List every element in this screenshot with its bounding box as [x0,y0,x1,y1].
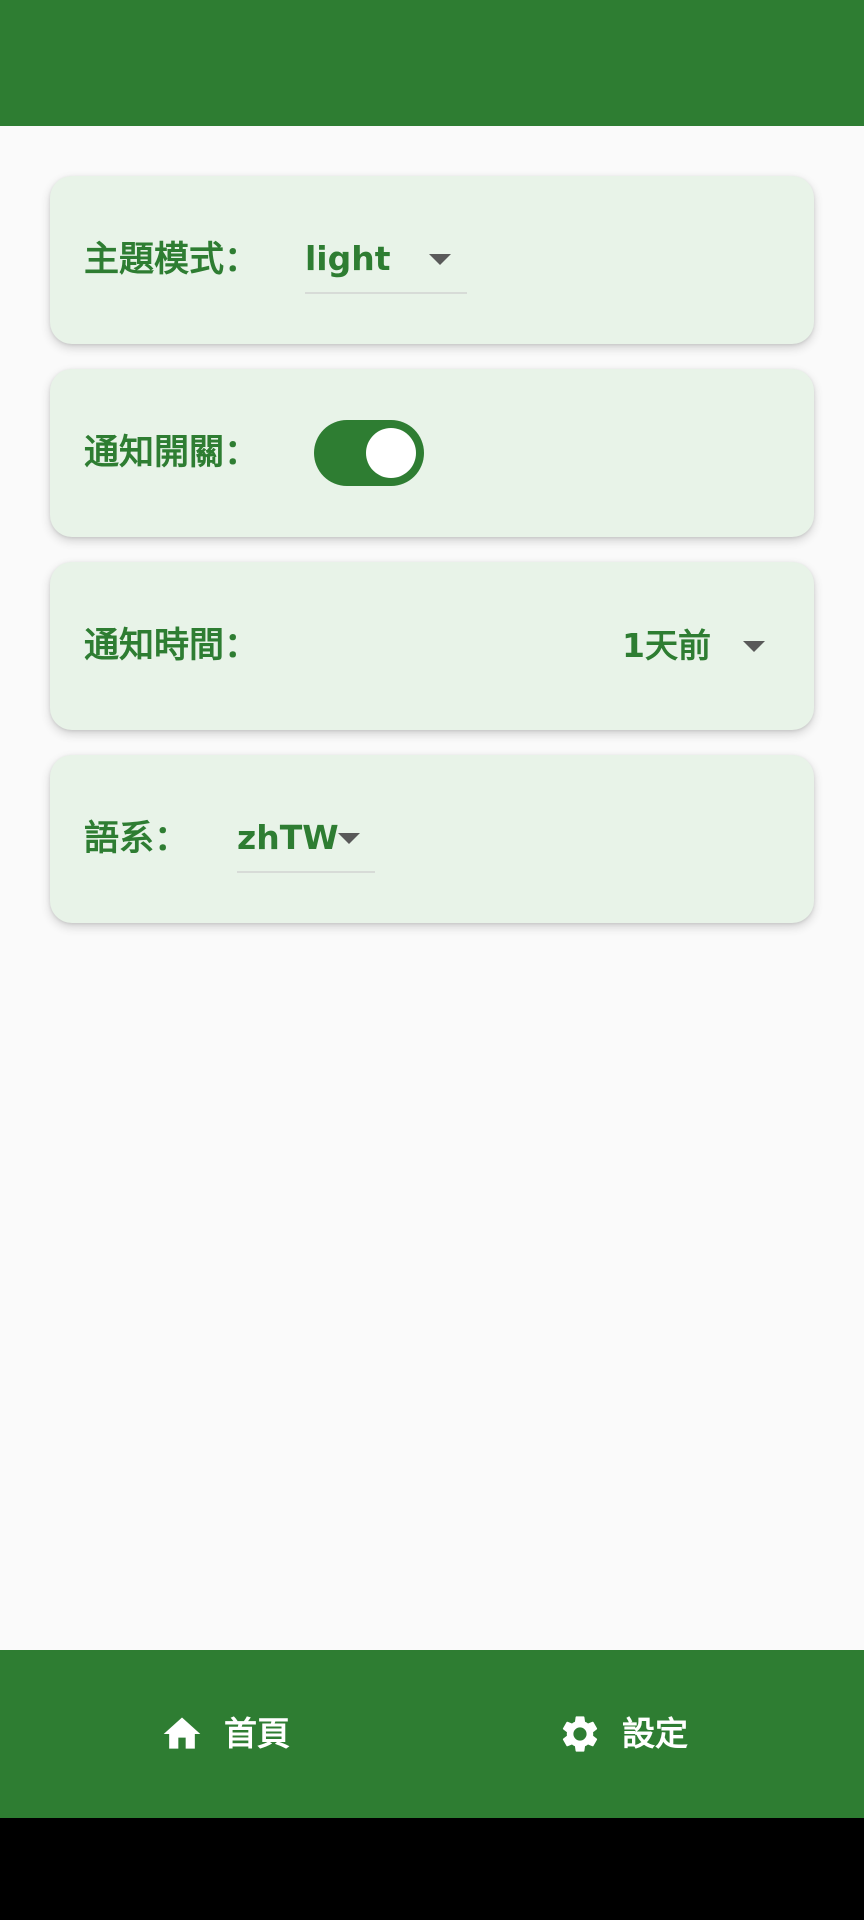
theme-mode-card: 主題模式： light [50,176,814,344]
nav-settings[interactable]: 設定 [540,1650,720,1818]
notification-time-card: 通知時間： 1天前 [50,562,814,730]
chevron-down-icon [338,833,360,844]
theme-mode-dropdown[interactable]: light [305,224,467,294]
toggle-knob [366,428,416,478]
app-bar [0,0,864,126]
language-label: 語系： [84,819,190,859]
notification-time-value: 1天前 [622,626,711,665]
notification-toggle[interactable] [314,420,424,486]
notification-switch-label: 通知開關： [84,433,260,473]
notification-time-label: 通知時間： [84,626,260,666]
chevron-down-icon [743,641,765,652]
bottom-navigation: 首頁 設定 [0,1650,864,1818]
theme-mode-label: 主題模式： [84,240,260,280]
language-dropdown[interactable]: zhTW [237,803,375,873]
notification-time-dropdown[interactable]: 1天前 [622,611,782,681]
system-navigation-bar [0,1818,864,1920]
gear-icon [562,1716,598,1752]
language-card: 語系： zhTW [50,755,814,923]
nav-home-label: 首頁 [224,1714,290,1753]
home-icon [163,1717,201,1749]
language-value: zhTW [237,818,339,857]
nav-home[interactable]: 首頁 [140,1650,320,1818]
chevron-down-icon [429,254,451,265]
theme-mode-value: light [305,239,391,278]
nav-settings-label: 設定 [622,1714,688,1753]
settings-content: 主題模式： light 通知開關： 通知時間： 1天前 語系： zhTW [0,126,864,1650]
notification-switch-card: 通知開關： [50,369,814,537]
